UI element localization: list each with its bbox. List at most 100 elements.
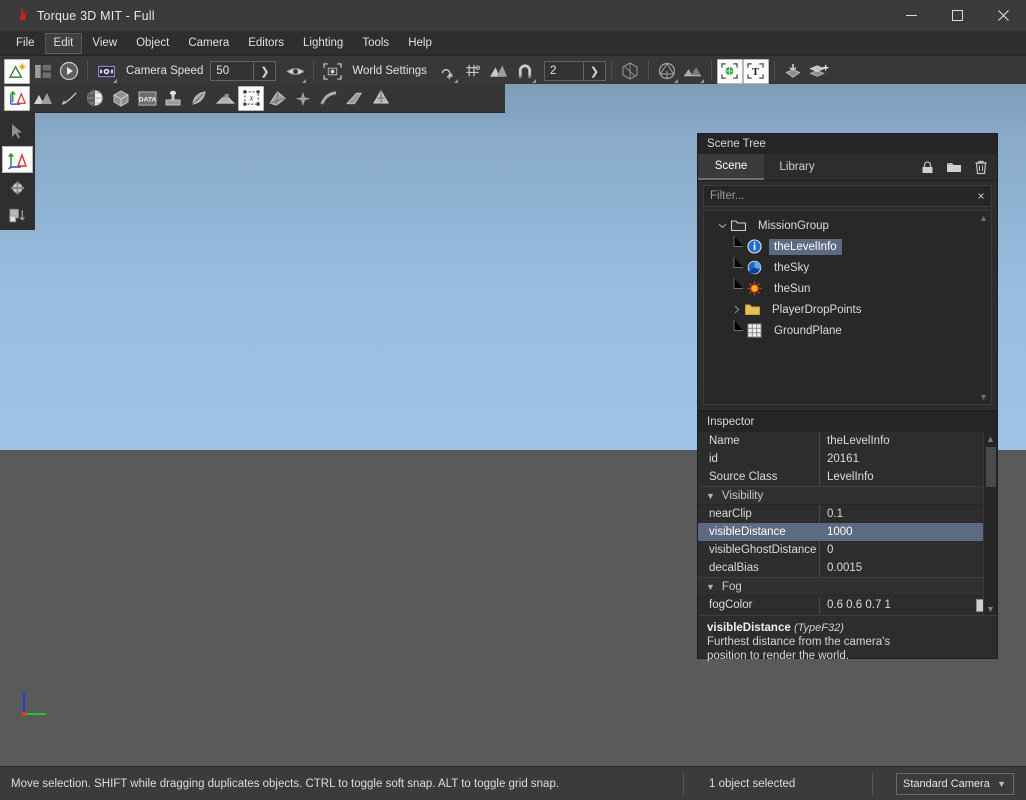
forest-editor-icon[interactable]	[186, 86, 212, 111]
tree-item-thesun[interactable]: theSun	[704, 278, 991, 299]
property-value[interactable]: 1000	[820, 523, 997, 541]
camera-speed-input[interactable]	[211, 62, 254, 80]
property-value[interactable]: 0.1	[820, 505, 997, 523]
camera-speed-next-icon[interactable]: ❯	[253, 62, 275, 80]
property-row-fogcolor[interactable]: fogColor 0.6 0.6 0.7 1	[698, 596, 997, 614]
inspector-scrollbar[interactable]: ▲ ▼	[983, 432, 997, 615]
road-path-editor-icon[interactable]	[316, 86, 342, 111]
terrain-snap-icon[interactable]	[486, 59, 512, 84]
visibility-eye-icon[interactable]	[282, 59, 308, 84]
delete-trash-icon[interactable]	[972, 158, 990, 176]
close-icon[interactable]	[980, 0, 1026, 32]
property-value[interactable]: 0	[820, 541, 997, 559]
menu-help[interactable]: Help	[399, 33, 441, 54]
inspector-help-text: visibleDistance (TypeF32) Furthest dista…	[698, 615, 997, 663]
scrollbar-thumb[interactable]	[986, 447, 996, 487]
text-gizmo-icon[interactable]: T	[742, 58, 769, 84]
tree-item-missiongroup[interactable]: MissionGroup	[704, 215, 991, 236]
property-value[interactable]: theLevelInfo	[820, 432, 997, 450]
menu-tools[interactable]: Tools	[353, 33, 398, 54]
play-icon[interactable]	[56, 59, 82, 84]
menu-camera[interactable]: Camera	[179, 33, 238, 54]
tree-scroll-down-icon[interactable]: ▼	[979, 392, 988, 402]
scroll-down-icon[interactable]: ▼	[984, 602, 997, 615]
property-value[interactable]: 20161	[820, 450, 997, 468]
camera-select-dropdown[interactable]: Standard Camera ▼	[896, 772, 1014, 795]
menu-editors[interactable]: Editors	[239, 33, 293, 54]
menu-lighting[interactable]: Lighting	[294, 33, 352, 54]
property-value[interactable]: 0.6 0.6 0.7 1	[827, 596, 891, 614]
scene-filter-row[interactable]: ×	[703, 185, 992, 207]
move-gizmo-icon[interactable]	[2, 146, 33, 173]
maximize-icon[interactable]	[934, 0, 980, 32]
datablock-editor-icon[interactable]: DATA	[134, 86, 160, 111]
tree-scroll-up-icon[interactable]: ▲	[979, 213, 988, 223]
camera-view-icon[interactable]	[93, 59, 119, 84]
new-folder-icon[interactable]	[945, 158, 963, 176]
tree-item-groundplane[interactable]: GroundPlane	[704, 320, 991, 341]
toolbar-separator	[647, 61, 649, 81]
river-editor-icon[interactable]	[212, 86, 238, 111]
property-key: decalBias	[698, 559, 820, 577]
tree-item-playerdroppoints[interactable]: PlayerDropPoints	[704, 299, 991, 320]
shape-editor-icon[interactable]	[108, 86, 134, 111]
property-group-fog[interactable]: ▼ Fog	[698, 577, 997, 596]
clear-filter-icon[interactable]: ×	[971, 189, 991, 203]
property-group-visibility[interactable]: ▼ Visibility	[698, 486, 997, 505]
twisty-expanded-icon[interactable]	[714, 221, 730, 230]
scene-filter-input[interactable]	[704, 190, 971, 202]
property-row-name[interactable]: Name theLevelInfo	[698, 432, 997, 450]
tree-item-thesky[interactable]: theSky	[704, 257, 991, 278]
scroll-up-icon[interactable]: ▲	[984, 432, 997, 445]
snap-rotate-icon[interactable]	[434, 59, 460, 84]
drop-to-ground-icon[interactable]	[780, 59, 806, 84]
panels-toggle-icon[interactable]	[30, 59, 56, 84]
material-editor-icon[interactable]	[82, 86, 108, 111]
minimize-icon[interactable]	[888, 0, 934, 32]
property-key: visibleGhostDistance	[698, 541, 820, 559]
terrain-painter-icon[interactable]	[56, 86, 82, 111]
property-row-nearclip[interactable]: nearClip 0.1	[698, 505, 997, 523]
grid-size-next-icon[interactable]: ❯	[582, 62, 605, 80]
sketch-tool-icon[interactable]	[368, 86, 394, 111]
ribbon-editor-icon[interactable]	[342, 86, 368, 111]
property-value[interactable]: 0.0015	[820, 559, 997, 577]
scale-gizmo-icon[interactable]	[2, 202, 33, 229]
navmesh-editor-icon[interactable]	[264, 86, 290, 111]
tab-scene[interactable]: Scene	[698, 154, 764, 180]
terrain-render-icon[interactable]	[680, 59, 706, 84]
object-bounds-icon[interactable]	[617, 59, 643, 84]
duplicate-layers-icon[interactable]	[806, 59, 832, 84]
property-value[interactable]: LevelInfo	[820, 468, 997, 486]
tab-library[interactable]: Library	[764, 154, 830, 180]
mesh-road-editor-icon[interactable]: x	[238, 85, 264, 111]
camera-speed-stepper[interactable]: ❯	[210, 61, 277, 81]
property-row-visibleghostdistance[interactable]: visibleGhostDistance 0	[698, 541, 997, 559]
property-row-decalbias[interactable]: decalBias 0.0015	[698, 559, 997, 577]
scene-tree-list[interactable]: ▲ ▼ MissionGroup theLevelInfo theSky the…	[703, 210, 992, 405]
menu-view[interactable]: View	[83, 33, 126, 54]
orientation-cube-icon[interactable]	[654, 59, 680, 84]
magnet-snap-icon[interactable]	[512, 59, 538, 84]
frame-selection-icon[interactable]	[319, 59, 345, 84]
grid-size-input[interactable]	[544, 62, 583, 80]
world-editor-icon[interactable]	[4, 58, 30, 84]
twisty-collapsed-icon[interactable]	[728, 305, 744, 314]
object-editor-icon[interactable]	[4, 85, 30, 111]
lock-icon[interactable]	[918, 158, 936, 176]
menu-edit[interactable]: Edit	[44, 33, 83, 54]
rotate-gizmo-icon[interactable]	[2, 174, 33, 201]
menu-object[interactable]: Object	[127, 33, 178, 54]
particle-editor-icon[interactable]	[290, 86, 316, 111]
decal-editor-icon[interactable]	[160, 86, 186, 111]
terrain-editor-icon[interactable]	[30, 86, 56, 111]
property-row-visibledistance[interactable]: visibleDistance 1000	[698, 523, 997, 541]
property-row-source-class[interactable]: Source Class LevelInfo	[698, 468, 997, 486]
property-row-id[interactable]: id 20161	[698, 450, 997, 468]
select-arrow-icon[interactable]	[2, 118, 33, 145]
tree-item-thelevelinfo[interactable]: theLevelInfo	[704, 236, 991, 257]
menu-file[interactable]: File	[7, 33, 44, 54]
global-gizmo-icon[interactable]	[716, 58, 743, 84]
grid-snap-icon[interactable]	[460, 59, 486, 84]
grid-size-stepper[interactable]: ❯	[543, 61, 606, 81]
